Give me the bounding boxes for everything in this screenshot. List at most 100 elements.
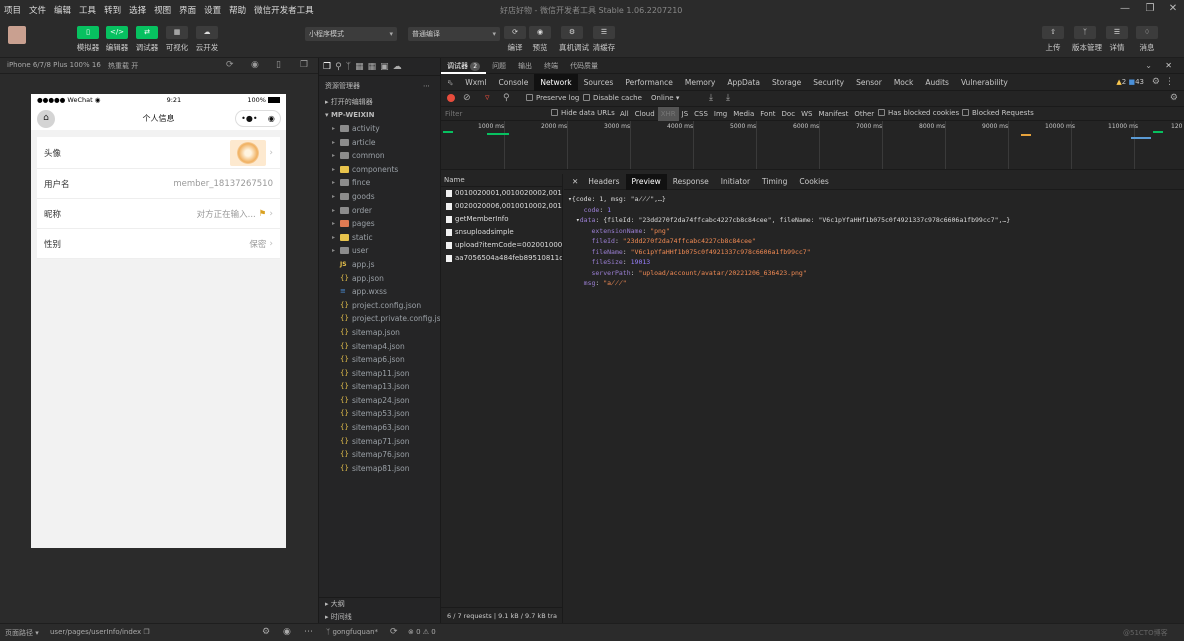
device-select[interactable]: iPhone 6/7/8 Plus 100% 16 — [7, 61, 101, 69]
gender-row[interactable]: 性别 保密 › — [37, 229, 280, 259]
folder-item[interactable]: ▸ order — [319, 204, 440, 218]
messages-button[interactable]: ♢ 消息 — [1134, 26, 1160, 53]
nickname-row[interactable]: 昵称 对方正在输入... ⚑ › — [37, 199, 280, 229]
version-button[interactable]: ᛉ 版本管理 — [1072, 26, 1102, 53]
type-filter-js[interactable]: JS — [679, 107, 692, 121]
folder-item[interactable]: ▸ pages — [319, 217, 440, 231]
avatar[interactable] — [8, 26, 26, 44]
file-item[interactable]: {} sitemap13.json — [319, 380, 440, 394]
clear-icon[interactable]: ⊘ — [463, 93, 471, 103]
preview-button[interactable]: ◉ 预览 — [527, 26, 553, 53]
debugger-button[interactable]: ⇄ 调试器 — [134, 26, 160, 53]
tab-preview[interactable]: Preview — [625, 173, 667, 190]
tab-sources[interactable]: Sources — [578, 74, 620, 91]
request-row[interactable]: snsuploadsimple — [441, 226, 562, 239]
json-data[interactable]: ▾data: {fileId: "23dd270f2da74ffcabc4227… — [568, 215, 1184, 226]
filter-input[interactable] — [443, 108, 547, 119]
copy-icon[interactable]: ❐ — [143, 628, 149, 636]
simulator-button[interactable]: ▯ 模拟器 — [75, 26, 101, 53]
tab-debugger[interactable]: 调试器 2 — [441, 58, 487, 74]
file-item[interactable]: ≡ app.wxss — [319, 285, 440, 299]
cloud-icon[interactable]: ☁ — [393, 62, 402, 72]
search-icon[interactable]: ⚲ — [335, 62, 342, 72]
type-filter-all[interactable]: All — [617, 107, 632, 121]
folder-item[interactable]: ▸ activity — [319, 122, 440, 136]
has-blocked-cookies-checkbox[interactable]: Has blocked cookies — [878, 109, 959, 117]
blocked-requests-checkbox[interactable]: Blocked Requests — [962, 109, 1034, 117]
menu-item[interactable]: 文件 — [25, 4, 50, 16]
restore-icon[interactable]: ❐ — [1143, 3, 1157, 15]
home-icon[interactable]: ⌂ — [37, 110, 55, 128]
file-item[interactable]: {} sitemap24.json — [319, 394, 440, 408]
tab-vulnerability[interactable]: Vulnerability — [955, 74, 1014, 91]
issue-counts[interactable]: ▲2 ■43 — [1116, 78, 1144, 86]
search-icon[interactable]: ⚲ — [503, 93, 510, 103]
menu-item[interactable]: 视图 — [150, 4, 175, 16]
refresh-icon[interactable]: ⟳ — [226, 60, 234, 70]
box-icon[interactable]: ▣ — [380, 62, 389, 72]
tab-mock[interactable]: Mock — [888, 74, 920, 91]
cloud-button[interactable]: ☁ 云开发 — [194, 26, 220, 53]
request-row[interactable]: getMemberInfo — [441, 213, 562, 226]
files-icon[interactable]: ❐ — [323, 62, 331, 72]
name-column-header[interactable]: Name — [441, 174, 562, 187]
phone-icon[interactable]: ▯ — [276, 60, 281, 70]
remote-debug-button[interactable]: ⚙ 真机调试 — [559, 26, 589, 53]
close-icon[interactable]: ✕ — [568, 174, 582, 190]
tab-appdata[interactable]: AppData — [721, 74, 766, 91]
more-icon[interactable]: ⋯ — [304, 627, 313, 637]
more-icon[interactable]: ⋯ — [423, 80, 430, 93]
inspect-icon[interactable]: ⬁ — [441, 74, 459, 91]
sync-icon[interactable]: ⟳ — [390, 627, 398, 637]
file-item[interactable]: {} sitemap53.json — [319, 407, 440, 421]
tab-response[interactable]: Response — [667, 174, 715, 190]
eye-icon[interactable]: ◉ — [283, 627, 291, 637]
upload-icon[interactable]: ⤓ — [709, 93, 713, 103]
tab-terminal[interactable]: 终端 — [538, 58, 564, 74]
folder-item[interactable]: ▸ user — [319, 244, 440, 258]
menu-item[interactable]: 选择 — [125, 4, 150, 16]
clear-cache-button[interactable]: ☰ 清缓存 — [591, 26, 617, 53]
filter-icon[interactable]: ▿ — [485, 93, 490, 103]
file-item[interactable]: {} sitemap6.json — [319, 353, 440, 367]
mode-select[interactable]: 小程序模式 ▾ — [305, 27, 397, 41]
folder-item[interactable]: ▸ common — [319, 149, 440, 163]
file-item[interactable]: {} sitemap4.json — [319, 340, 440, 354]
editor-button[interactable]: </> 编辑器 — [104, 26, 130, 53]
type-filter-media[interactable]: Media — [730, 107, 757, 121]
disable-cache-checkbox[interactable]: Disable cache — [583, 94, 642, 102]
request-row[interactable]: 0010020001,0010020002,0010... — [441, 187, 562, 200]
tab-console[interactable]: Console — [493, 74, 535, 91]
type-filter-font[interactable]: Font — [757, 107, 778, 121]
type-filter-manifest[interactable]: Manifest — [815, 107, 851, 121]
type-filter-ws[interactable]: WS — [798, 107, 815, 121]
compile-button[interactable]: ⟳ 编译 — [502, 26, 528, 53]
page-path-label[interactable]: 页面路径 ▾ — [5, 628, 39, 638]
tab-wxml[interactable]: Wxml — [459, 74, 492, 91]
visual-button[interactable]: ▦ 可视化 — [164, 26, 190, 53]
tab-sensor[interactable]: Sensor — [850, 74, 888, 91]
request-row[interactable]: 0020020006,0010010002,0010... — [441, 200, 562, 213]
tab-performance[interactable]: Performance — [619, 74, 679, 91]
type-filter-css[interactable]: CSS — [691, 107, 711, 121]
folder-item[interactable]: ▸ static — [319, 231, 440, 245]
popout-icon[interactable]: ❐ — [300, 60, 308, 70]
chevron-down-icon[interactable]: ⌄ — [1145, 61, 1152, 70]
tab-timing[interactable]: Timing — [756, 174, 793, 190]
menu-item[interactable]: 项目 — [0, 4, 25, 16]
details-button[interactable]: ☰ 详情 — [1104, 26, 1130, 53]
file-item[interactable]: {} project.config.json — [319, 299, 440, 313]
folder-item[interactable]: ▸ components — [319, 163, 440, 177]
outline-section[interactable]: ▸ 大纲 — [319, 598, 440, 611]
file-item[interactable]: {} app.json — [319, 272, 440, 286]
request-row[interactable]: aa7056504a484feb89510811cf... — [441, 252, 562, 265]
file-item[interactable]: {} sitemap76.json — [319, 448, 440, 462]
type-filter-doc[interactable]: Doc — [779, 107, 799, 121]
grid-icon[interactable]: ▦ — [368, 62, 377, 72]
close-icon[interactable]: ✕ — [1165, 61, 1172, 70]
menu-item[interactable]: 微信开发者工具 — [250, 4, 318, 16]
type-filter-other[interactable]: Other — [851, 107, 877, 121]
file-item[interactable]: {} sitemap11.json — [319, 367, 440, 381]
type-filter-xhr[interactable]: XHR — [657, 107, 679, 121]
file-item[interactable]: {} sitemap81.json — [319, 462, 440, 476]
